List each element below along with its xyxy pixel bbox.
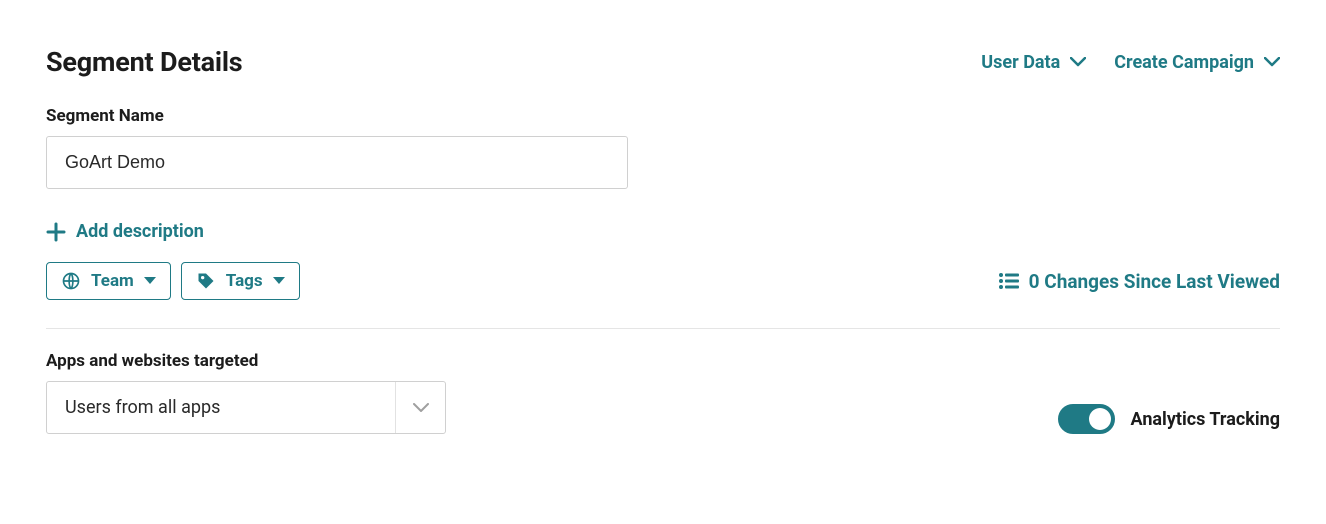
header-actions: User Data Create Campaign (981, 52, 1280, 73)
tag-icon (196, 271, 216, 291)
segment-name-label: Segment Name (46, 106, 1280, 126)
tags-chip-label: Tags (226, 271, 263, 291)
globe-icon (61, 271, 81, 291)
analytics-toggle-row: Analytics Tracking (1058, 404, 1280, 434)
analytics-toggle-label: Analytics Tracking (1131, 409, 1280, 430)
caret-down-icon (273, 277, 285, 285)
analytics-toggle[interactable] (1058, 404, 1115, 434)
chevron-down-icon (1070, 57, 1086, 67)
create-campaign-label: Create Campaign (1114, 52, 1254, 73)
targets-selected-value: Users from all apps (47, 382, 395, 433)
page-title: Segment Details (46, 46, 242, 78)
targets-caret (395, 382, 445, 433)
caret-down-icon (144, 277, 156, 285)
chips-group: Team Tags (46, 262, 300, 300)
list-icon (999, 272, 1019, 290)
add-description-row: Add description (46, 221, 1280, 242)
targets-label: Apps and websites targeted (46, 351, 446, 371)
header-row: Segment Details User Data Create Campaig… (46, 46, 1280, 78)
segment-name-input[interactable] (46, 136, 628, 189)
team-chip-label: Team (91, 271, 134, 291)
chips-row: Team Tags 0 Changes Since Last Viewed (46, 262, 1280, 300)
targets-row: Apps and websites targeted Users from al… (46, 351, 1280, 434)
plus-icon (46, 222, 66, 242)
user-data-dropdown[interactable]: User Data (981, 52, 1086, 73)
targets-group: Apps and websites targeted Users from al… (46, 351, 446, 434)
user-data-label: User Data (981, 52, 1060, 73)
targets-select[interactable]: Users from all apps (46, 381, 446, 434)
create-campaign-dropdown[interactable]: Create Campaign (1114, 52, 1280, 73)
changes-text: 0 Changes Since Last Viewed (1029, 270, 1280, 293)
chevron-down-icon (1264, 57, 1280, 67)
tags-chip[interactable]: Tags (181, 262, 300, 300)
add-description-button[interactable]: Add description (46, 221, 204, 242)
team-chip[interactable]: Team (46, 262, 171, 300)
add-description-label: Add description (76, 221, 204, 242)
changes-link[interactable]: 0 Changes Since Last Viewed (999, 270, 1280, 293)
divider (46, 328, 1280, 329)
chevron-down-icon (413, 403, 429, 413)
